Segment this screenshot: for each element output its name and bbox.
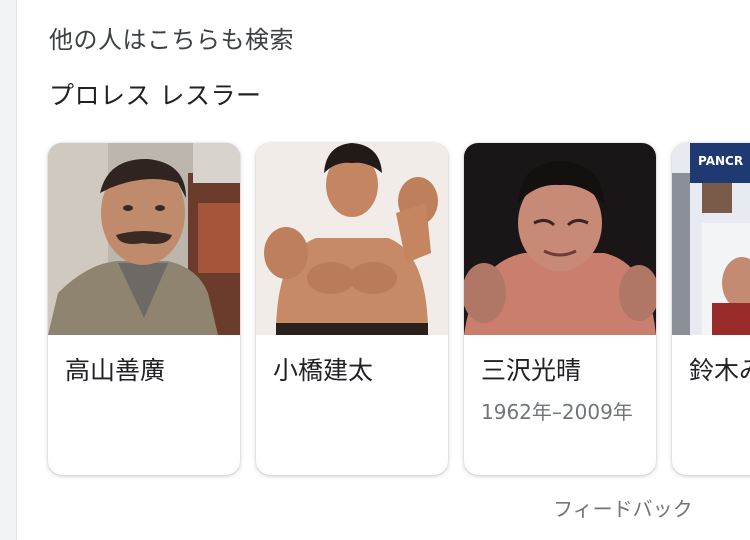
person-name: 鈴木み [689,356,750,385]
person-card[interactable]: 小橋建太 [256,143,448,475]
person-name: 高山善廣 [65,356,166,385]
person-card[interactable]: PANCR 鈴木み [672,143,750,475]
person-card[interactable]: 三沢光晴 1962年–2009年 [464,143,656,475]
feedback-link[interactable]: フィードバック [553,493,693,522]
person-photo-pancrase-poster: PANCR [672,143,750,335]
person-years: 1962年–2009年 [481,400,633,424]
person-name: 小橋建太 [273,356,374,385]
person-photo-wrestler-pose [256,143,448,335]
section-subheading: プロレス レスラー [49,81,262,110]
person-card-carousel[interactable]: 高山善廣 小橋建太 三沢光晴 1962年–2009年 PANCR 鈴木 [48,143,750,475]
person-card[interactable]: 高山善廣 [48,143,240,475]
person-photo-wrestler-sweat [464,143,656,335]
section-heading: 他の人はこちらも検索 [49,26,294,54]
person-photo-mustache-man [48,143,240,335]
poster-text: PANCR [698,154,743,168]
people-also-search-panel: 他の人はこちらも検索 プロレス レスラー 高山善廣 小橋建太 三沢光晴 1962… [16,0,750,540]
person-name: 三沢光晴 [481,356,582,385]
